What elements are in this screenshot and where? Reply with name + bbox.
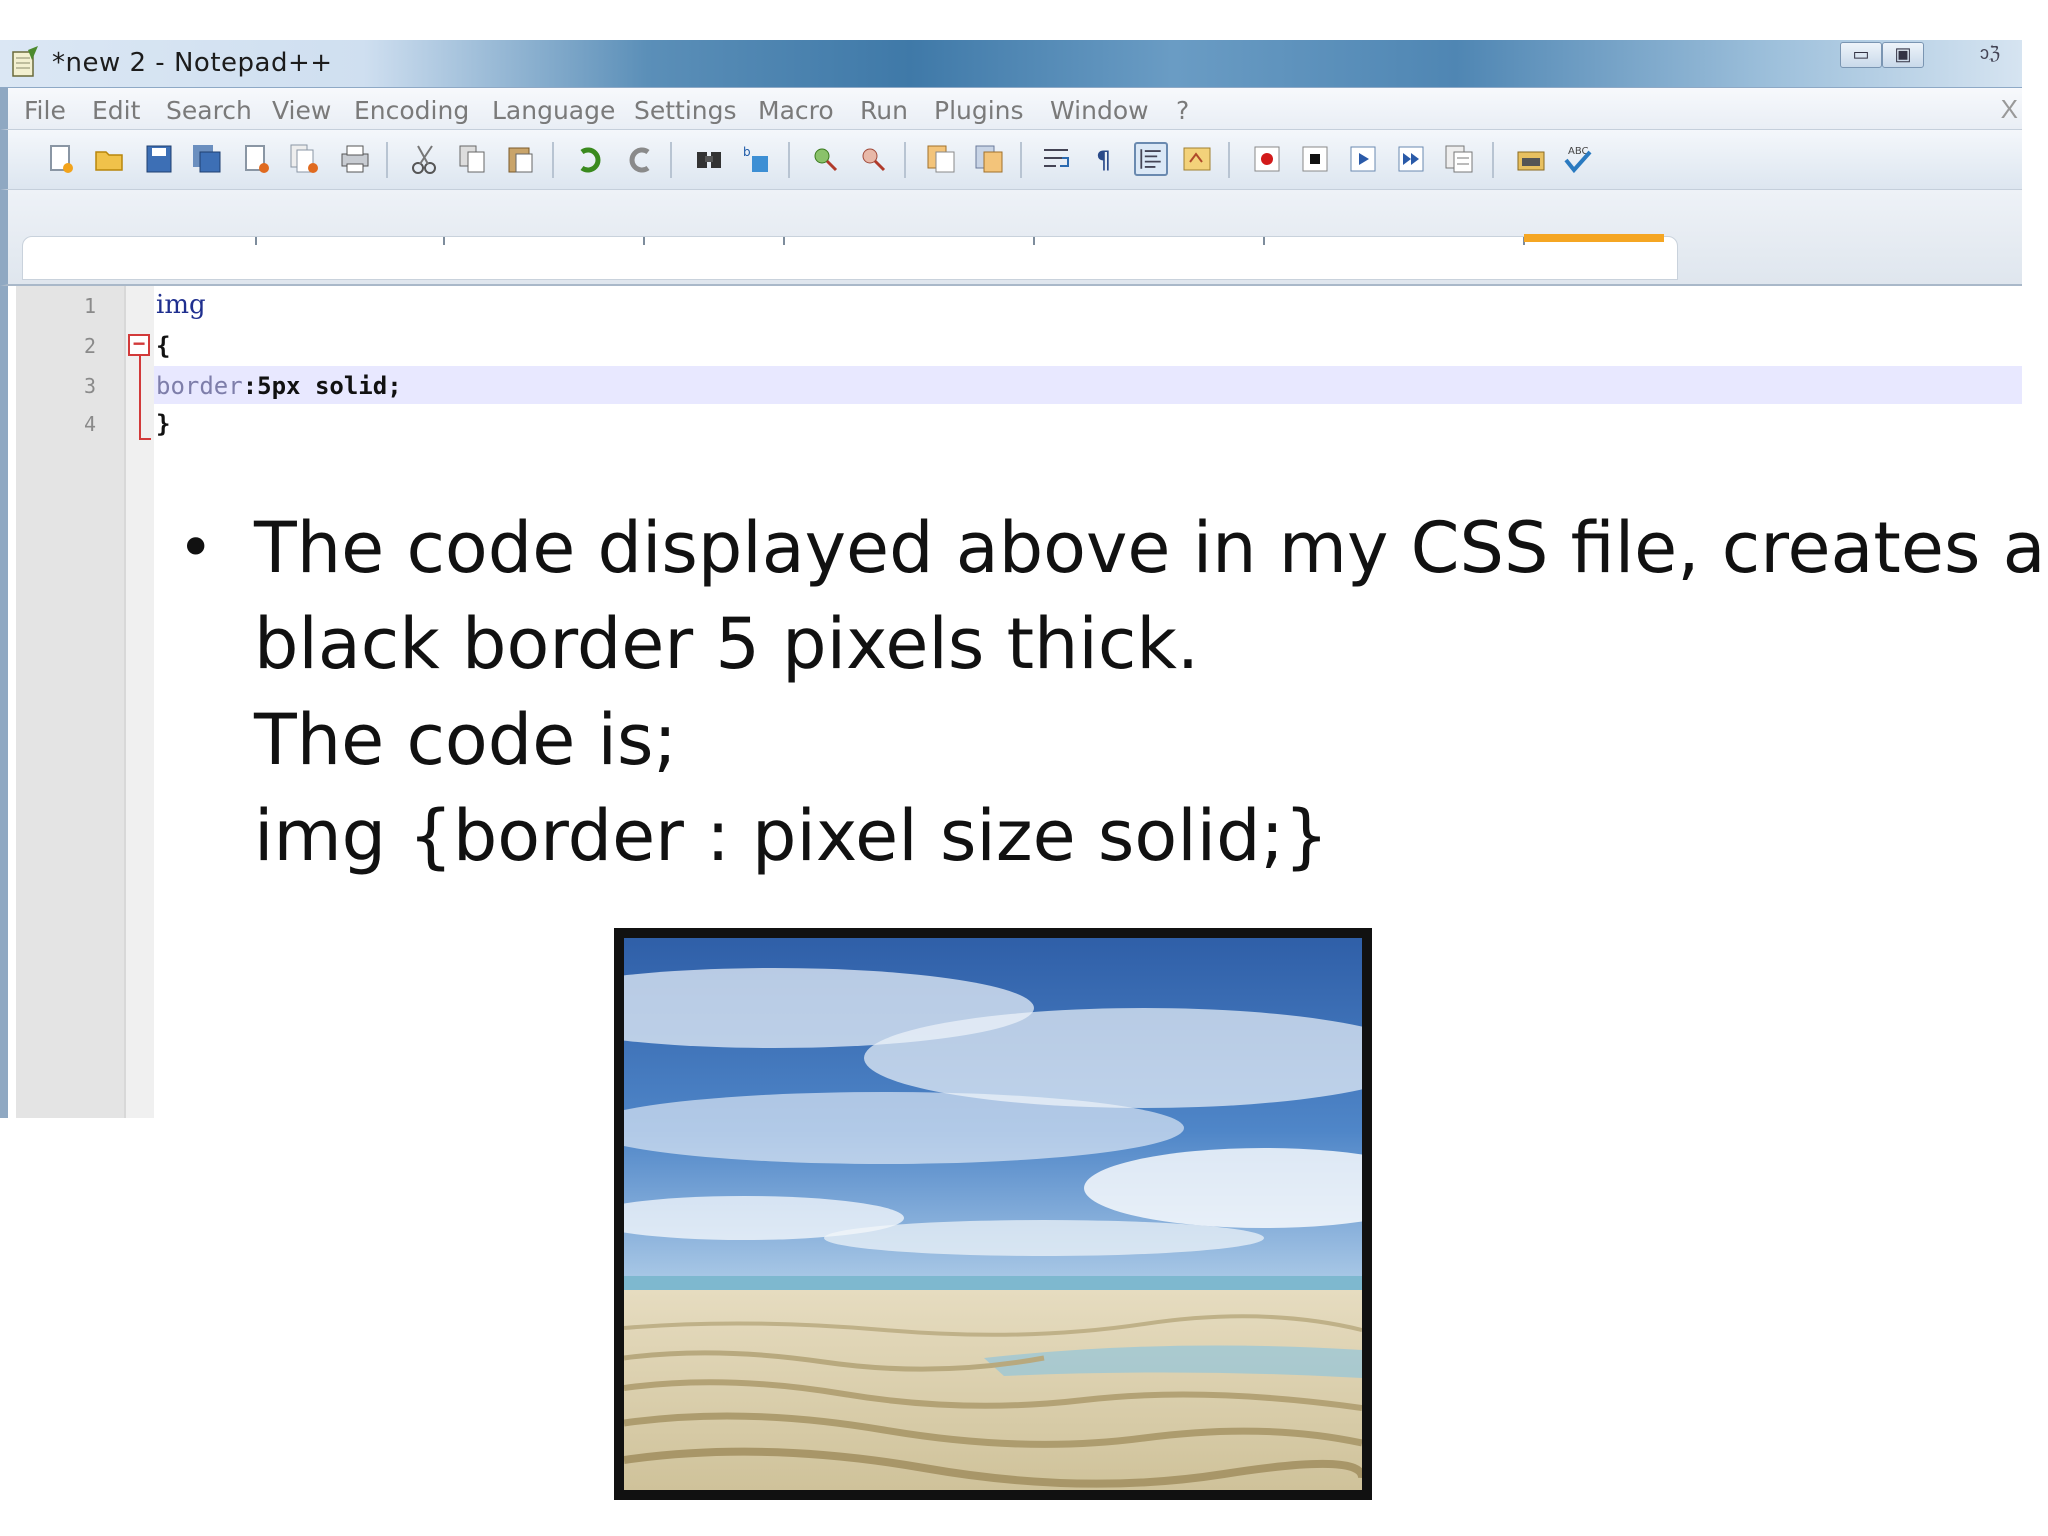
menu-settings[interactable]: Settings xyxy=(634,96,737,125)
title-bar[interactable]: *new 2 - Notepad++ ▭ ▣ ↄℨ xyxy=(0,40,2022,88)
bordered-beach-photo xyxy=(614,928,1372,1500)
menu-language[interactable]: Language xyxy=(492,96,615,125)
undo-icon[interactable] xyxy=(574,142,608,176)
tab-divider xyxy=(1263,237,1265,245)
close-document-button[interactable]: X xyxy=(2001,94,2018,125)
stop-record-icon[interactable] xyxy=(1298,142,1332,176)
bullet-point: • xyxy=(178,513,214,583)
sync-vertical-icon[interactable] xyxy=(924,142,958,176)
tab-divider xyxy=(1033,237,1035,245)
zoom-in-icon[interactable] xyxy=(808,142,842,176)
code-line-2: { xyxy=(156,332,171,360)
spell-check-icon[interactable]: ABC xyxy=(1560,142,1594,176)
toolbar-separator xyxy=(1020,142,1022,178)
close-icon[interactable] xyxy=(240,142,274,176)
menu-bar: File Edit Search View Encoding Language … xyxy=(0,88,2022,130)
notepad-app-icon xyxy=(12,46,38,77)
run-macro-multiple-icon[interactable] xyxy=(1394,142,1428,176)
menu-plugins[interactable]: Plugins xyxy=(934,96,1024,125)
menu-search[interactable]: Search xyxy=(166,96,252,125)
save-all-icon[interactable] xyxy=(190,142,224,176)
slide-text-line: black border 5 pixels thick. xyxy=(254,603,1200,685)
menu-encoding[interactable]: Encoding xyxy=(354,96,469,125)
new-file-icon[interactable] xyxy=(44,142,78,176)
css-property: border xyxy=(156,372,243,400)
tab-divider xyxy=(643,237,645,245)
sync-horizontal-icon[interactable] xyxy=(972,142,1006,176)
toolbar-separator xyxy=(788,142,790,178)
slide-text-line: img {border : pixel size solid;} xyxy=(254,795,1329,877)
redo-icon[interactable] xyxy=(622,142,656,176)
window-title: *new 2 - Notepad++ xyxy=(52,48,333,78)
svg-text:b: b xyxy=(743,145,751,159)
menu-window[interactable]: Window xyxy=(1050,96,1149,125)
show-all-chars-icon[interactable]: ¶ xyxy=(1088,142,1122,176)
toolbar-separator xyxy=(670,142,672,178)
find-icon[interactable] xyxy=(692,142,726,176)
toolbar-separator xyxy=(386,142,388,178)
record-macro-icon[interactable] xyxy=(1250,142,1284,176)
play-macro-icon[interactable] xyxy=(1346,142,1380,176)
toolbar-separator xyxy=(904,142,906,178)
tab-divider xyxy=(443,237,445,245)
fold-guide-end xyxy=(139,438,151,440)
word-wrap-icon[interactable] xyxy=(1040,142,1074,176)
menu-run[interactable]: Run xyxy=(860,96,908,125)
fold-guide xyxy=(139,356,141,440)
save-icon[interactable] xyxy=(142,142,176,176)
minimize-button[interactable]: ▭ xyxy=(1840,42,1882,68)
fold-toggle-icon[interactable]: − xyxy=(128,333,150,356)
save-macro-icon[interactable] xyxy=(1442,142,1476,176)
toolbar: b ¶ ABC xyxy=(0,130,2022,190)
line-number-gutter: 1 2 3 4 xyxy=(16,286,126,1118)
toolbar-separator xyxy=(552,142,554,178)
line-number: 1 xyxy=(83,294,96,318)
css-value: :5px solid; xyxy=(242,372,402,400)
indent-guide-icon[interactable] xyxy=(1134,142,1168,176)
slide-text-line: The code is; xyxy=(254,699,678,781)
cut-icon[interactable] xyxy=(408,142,442,176)
active-tab-indicator xyxy=(1524,234,1664,242)
code-line-1: img xyxy=(156,290,206,320)
replace-icon[interactable]: b xyxy=(740,142,774,176)
close-all-icon[interactable] xyxy=(288,142,322,176)
menu-edit[interactable]: Edit xyxy=(92,96,140,125)
line-number: 4 xyxy=(83,412,96,436)
line-number: 2 xyxy=(83,334,96,358)
svg-text:¶: ¶ xyxy=(1096,146,1111,174)
menu-macro[interactable]: Macro xyxy=(758,96,834,125)
code-line-4: } xyxy=(156,410,171,438)
current-line-highlight xyxy=(154,366,2022,404)
print-icon[interactable] xyxy=(338,142,372,176)
user-lang-icon[interactable] xyxy=(1180,142,1214,176)
open-file-icon[interactable] xyxy=(92,142,126,176)
menu-view[interactable]: View xyxy=(272,96,331,125)
slide-text-line: The code displayed above in my CSS file,… xyxy=(254,507,2046,589)
toolbar-separator xyxy=(1492,142,1494,178)
document-tab[interactable] xyxy=(22,236,1678,280)
beach-photo-image xyxy=(624,938,1362,1490)
line-number: 3 xyxy=(83,374,96,398)
code-line-3: border:5px solid; xyxy=(156,372,402,400)
maximize-button[interactable]: ▣ xyxy=(1882,42,1924,68)
tab-divider xyxy=(783,237,785,245)
menu-file[interactable]: File xyxy=(24,96,66,125)
toolbar-separator xyxy=(1228,142,1230,178)
copy-icon[interactable] xyxy=(456,142,490,176)
close-button[interactable]: ↄℨ xyxy=(1960,42,2020,68)
paste-icon[interactable] xyxy=(504,142,538,176)
doc-map-icon[interactable] xyxy=(1514,142,1548,176)
document-tab-bar xyxy=(0,190,2022,286)
zoom-out-icon[interactable] xyxy=(856,142,890,176)
menu-help[interactable]: ? xyxy=(1176,96,1189,125)
tab-divider xyxy=(255,237,257,245)
